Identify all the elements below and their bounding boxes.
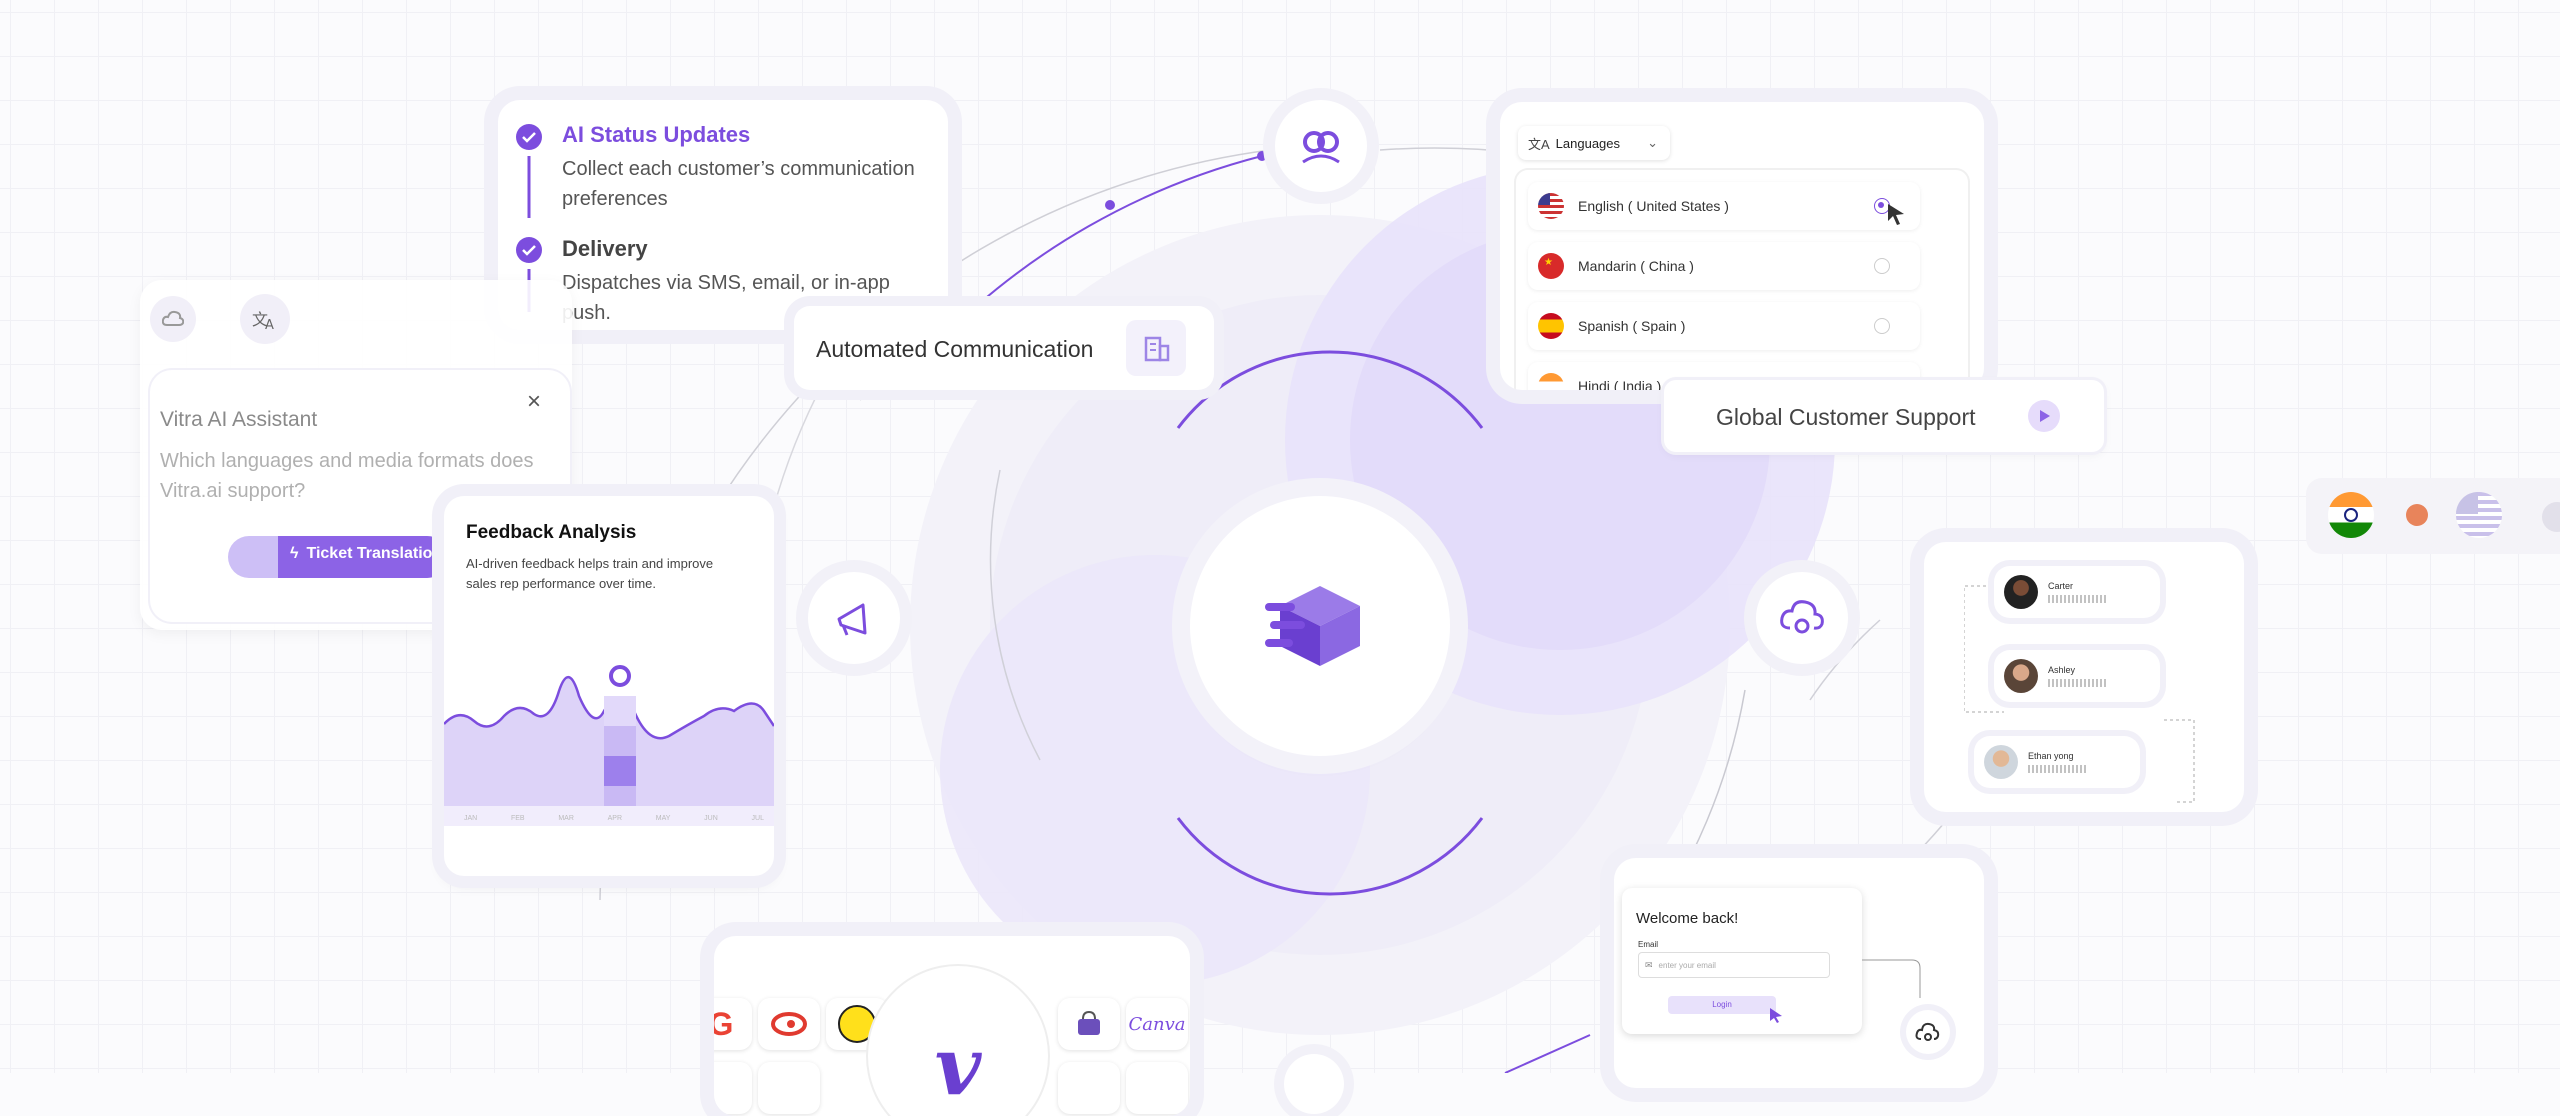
cloud-gear-icon — [1906, 1010, 1950, 1054]
person-name: Carter — [2048, 581, 2074, 591]
us-flag-icon — [1538, 193, 1564, 219]
spain-flag-icon — [1538, 313, 1564, 339]
flag-partial — [2542, 502, 2560, 532]
login-button[interactable]: Login — [1668, 996, 1776, 1014]
china-flag-icon: ★ — [1538, 253, 1564, 279]
automated-communication-pill[interactable]: Automated Communication — [794, 306, 1214, 390]
people-card: Carter Ashley Ethan yong — [1924, 542, 2244, 812]
bottom-icon-circle — [1284, 1054, 1344, 1114]
step1-desc: Collect each customer’s communication pr… — [562, 158, 915, 210]
cube-logo-icon — [1265, 586, 1360, 666]
language-label: Hindi ( India ) — [1578, 378, 1662, 390]
languages-dropdown[interactable]: 文A Languages ⌄ — [1518, 126, 1670, 160]
avatar — [2004, 659, 2038, 693]
assistant-title: Vitra AI Assistant — [160, 408, 318, 431]
language-label: Mandarin ( China ) — [1578, 258, 1694, 274]
team-icon — [1302, 131, 1340, 164]
semrush-logo-icon[interactable] — [758, 998, 820, 1050]
automated-communication-label: Automated Communication — [816, 336, 1094, 362]
integration-chip[interactable] — [714, 1062, 752, 1114]
cloud-gear-icon-circle — [1756, 572, 1848, 664]
svg-text:A: A — [265, 318, 274, 330]
feedback-title: Feedback Analysis — [466, 522, 637, 543]
integration-chip[interactable] — [758, 1062, 820, 1114]
cursor-icon — [1888, 204, 1904, 225]
email-field[interactable]: ✉ enter your email — [1638, 952, 1830, 978]
month-label: MAY — [655, 815, 671, 822]
shop-logo-icon[interactable] — [1058, 998, 1120, 1050]
language-option[interactable]: Spanish ( Spain ) — [1528, 302, 1920, 350]
language-label: Spanish ( Spain ) — [1578, 318, 1686, 334]
person-name: Ethan yong — [2028, 751, 2074, 761]
canva-label: Canva — [1128, 1013, 1186, 1035]
cloud-icon — [150, 296, 196, 342]
person-name: Ashley — [2048, 665, 2076, 675]
center-logo-circle — [1190, 496, 1450, 756]
mail-icon: ✉ — [1645, 959, 1653, 970]
step1-title: AI Status Updates — [562, 122, 751, 147]
audio-wave-icon — [2028, 765, 2086, 773]
google-logo-icon[interactable]: G — [714, 998, 752, 1050]
avatar — [2004, 575, 2038, 609]
feedback-desc: AI-driven feedback helps train and impro… — [466, 556, 714, 591]
megaphone-icon — [837, 603, 867, 636]
feedback-analysis-card: Feedback Analysis AI-driven feedback hel… — [444, 496, 774, 876]
login-card-frame: Welcome back! Email ✉ enter your email L… — [1614, 858, 1984, 1088]
integration-chip[interactable] — [1058, 1062, 1120, 1114]
ticket-translation-label: Ticket Translation — [306, 545, 443, 562]
canva-logo-icon[interactable]: Canva — [1126, 998, 1188, 1050]
login-form: Welcome back! Email ✉ enter your email L… — [1622, 888, 1862, 1034]
integration-chip[interactable] — [1126, 1062, 1188, 1114]
month-label: APR — [607, 815, 623, 822]
month-label: MAR — [558, 815, 574, 822]
team-icon-circle — [1275, 100, 1367, 192]
building-icon — [1126, 320, 1186, 376]
radio-unselected[interactable] — [1874, 318, 1890, 334]
month-label: JUN — [704, 815, 718, 822]
status-dot — [2406, 504, 2428, 526]
translate-icon: 文A — [1528, 136, 1550, 152]
vimeo-logo-icon[interactable]: v — [868, 966, 1048, 1116]
flag-strip — [2306, 478, 2560, 554]
language-option[interactable]: English ( United States ) — [1528, 182, 1920, 230]
ticket-translation-button[interactable]: ϟ Ticket Translation — [228, 536, 448, 578]
india-flag-icon — [2328, 492, 2374, 538]
step2-title: Delivery — [562, 236, 648, 261]
email-label: Email — [1638, 940, 1659, 949]
avatar — [1984, 745, 2018, 779]
close-icon[interactable]: × — [522, 390, 546, 414]
chevron-down-icon: ⌄ — [1647, 135, 1658, 150]
language-label: English ( United States ) — [1578, 198, 1729, 214]
chart-month-labels: JAN FEB MAR APR MAY JUN JUL — [464, 815, 764, 822]
month-label: JAN — [464, 815, 478, 822]
languages-dropdown-label: Languages — [1555, 135, 1621, 151]
month-label: FEB — [510, 815, 525, 822]
person-row[interactable]: Ethan yong — [1974, 736, 2140, 788]
play-icon[interactable] — [2028, 400, 2060, 432]
languages-card: 文A Languages ⌄ English ( United States )… — [1500, 102, 1984, 390]
radio-unselected[interactable] — [1874, 258, 1890, 274]
translate-icon[interactable]: 文A — [240, 294, 290, 344]
cloud-gear-icon — [1780, 600, 1824, 634]
login-title: Welcome back! — [1636, 910, 1739, 927]
person-row[interactable]: Carter — [1994, 566, 2160, 618]
feedback-chart — [444, 665, 774, 826]
language-option[interactable]: ★ Mandarin ( China ) — [1528, 242, 1920, 290]
email-placeholder: enter your email — [1658, 960, 1716, 970]
cursor-icon — [1770, 1008, 1782, 1023]
india-flag-icon — [1538, 373, 1564, 390]
global-support-label: Global Customer Support — [1716, 404, 1976, 430]
audio-wave-icon — [2048, 595, 2106, 603]
month-label: JUL — [751, 815, 764, 822]
integrations-card: G v Canva — [714, 936, 1190, 1116]
audio-wave-icon — [2048, 679, 2106, 687]
megaphone-icon-circle — [808, 572, 900, 664]
global-support-pill[interactable]: Global Customer Support — [1664, 380, 2104, 452]
lightning-icon: ϟ — [290, 545, 299, 562]
us-flag-icon — [2456, 492, 2502, 538]
person-row[interactable]: Ashley — [1994, 650, 2160, 702]
